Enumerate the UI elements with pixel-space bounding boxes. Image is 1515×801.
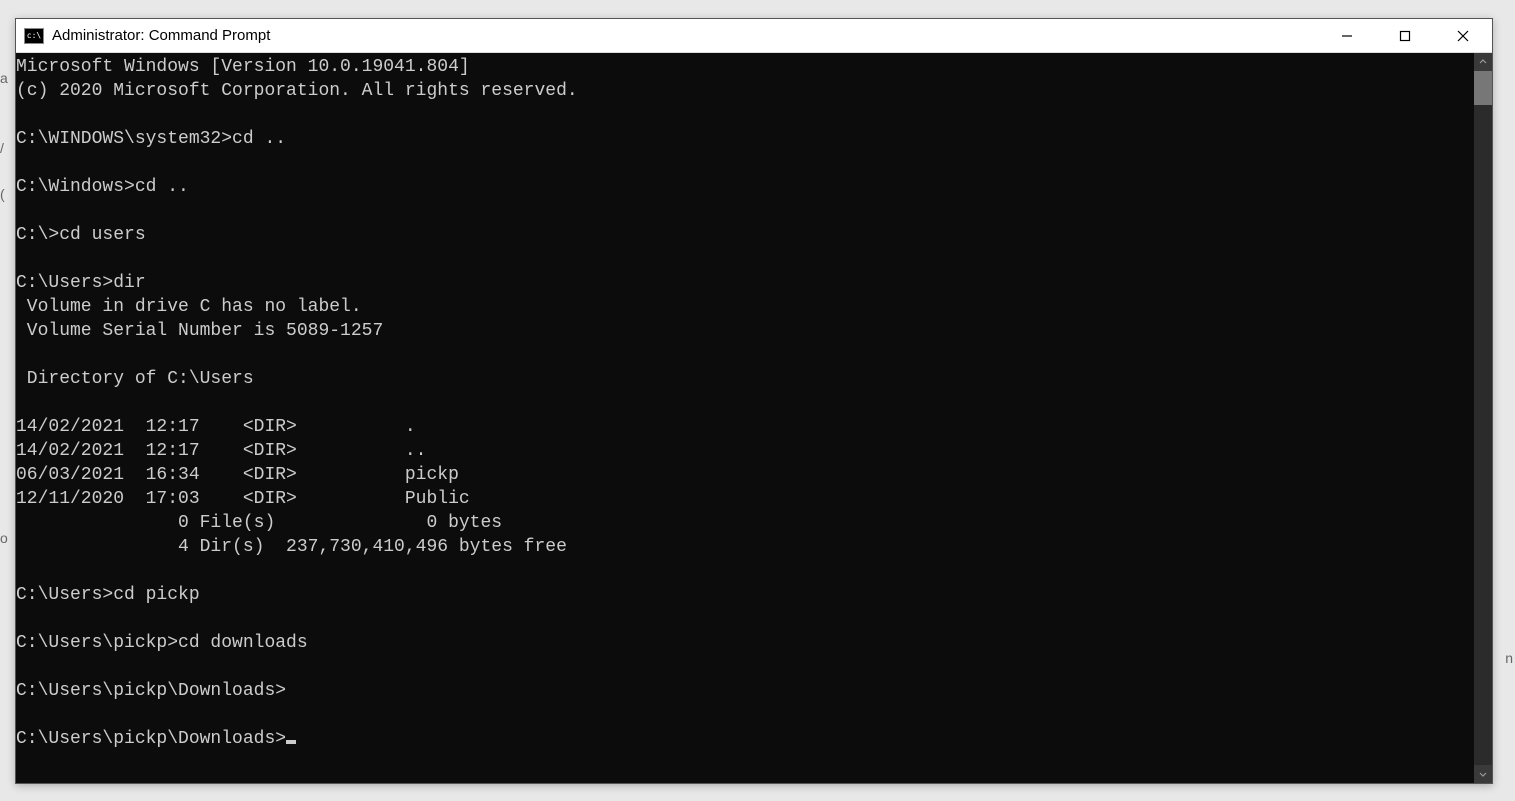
chevron-down-icon (1479, 770, 1487, 778)
close-icon (1457, 30, 1469, 42)
terminal-line: 14/02/2021 12:17 <DIR> .. (16, 441, 426, 461)
terminal-line: C:\Users\pickp\Downloads> (16, 681, 286, 701)
terminal-line: C:\WINDOWS\system32>cd .. (16, 129, 286, 149)
scroll-up-button[interactable] (1474, 53, 1492, 71)
terminal-line: C:\Windows>cd .. (16, 177, 189, 197)
terminal-line: Microsoft Windows [Version 10.0.19041.80… (16, 57, 470, 77)
terminal-line: Directory of C:\Users (16, 369, 254, 389)
terminal-line: 14/02/2021 12:17 <DIR> . (16, 417, 416, 437)
terminal-line: C:\Users\pickp>cd downloads (16, 633, 308, 653)
terminal-line: Volume Serial Number is 5089-1257 (16, 321, 383, 341)
maximize-button[interactable] (1376, 19, 1434, 52)
terminal-line: 0 File(s) 0 bytes (16, 513, 502, 533)
terminal-line: (c) 2020 Microsoft Corporation. All righ… (16, 81, 578, 101)
terminal-line: C:\Users>cd pickp (16, 585, 200, 605)
terminal-body: Microsoft Windows [Version 10.0.19041.80… (16, 53, 1492, 783)
scrollbar[interactable] (1474, 53, 1492, 783)
maximize-icon (1399, 30, 1411, 42)
close-button[interactable] (1434, 19, 1492, 52)
terminal-line: Volume in drive C has no label. (16, 297, 362, 317)
command-prompt-window: Administrator: Command Prompt Microsoft … (15, 18, 1493, 784)
terminal-line: 06/03/2021 16:34 <DIR> pickp (16, 465, 459, 485)
window-title: Administrator: Command Prompt (52, 27, 1318, 44)
minimize-button[interactable] (1318, 19, 1376, 52)
cmd-icon (24, 28, 44, 44)
current-prompt: C:\Users\pickp\Downloads> (16, 729, 286, 749)
terminal-line: 4 Dir(s) 237,730,410,496 bytes free (16, 537, 567, 557)
scroll-down-button[interactable] (1474, 765, 1492, 783)
cursor (286, 740, 296, 744)
window-controls (1318, 19, 1492, 52)
terminal-line: 12/11/2020 17:03 <DIR> Public (16, 489, 470, 509)
terminal-line: C:\Users>dir (16, 273, 146, 293)
titlebar[interactable]: Administrator: Command Prompt (16, 19, 1492, 53)
terminal-output[interactable]: Microsoft Windows [Version 10.0.19041.80… (16, 53, 1474, 783)
chevron-up-icon (1479, 58, 1487, 66)
minimize-icon (1341, 30, 1353, 42)
terminal-line: C:\>cd users (16, 225, 146, 245)
scroll-thumb[interactable] (1474, 71, 1492, 105)
